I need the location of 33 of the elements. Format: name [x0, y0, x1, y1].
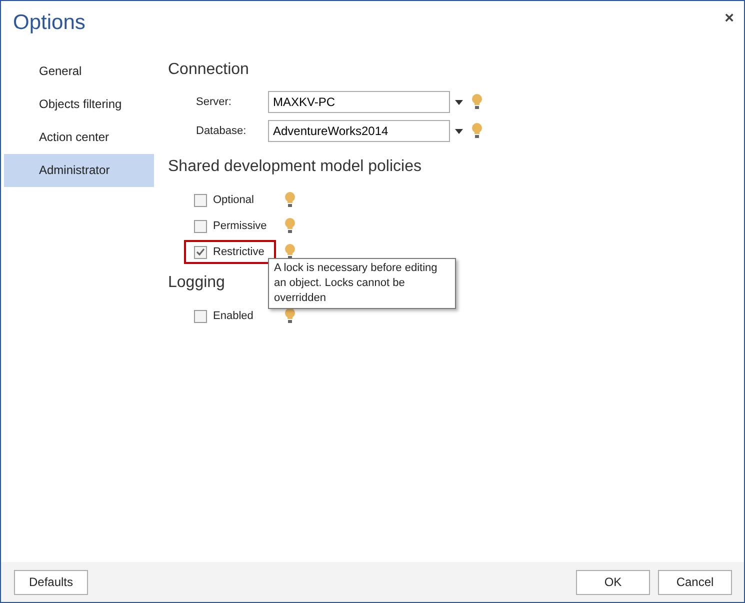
sidebar-item[interactable]: General: [4, 55, 154, 88]
input-field[interactable]: AdventureWorks2014: [268, 120, 450, 142]
dropdown-caret-icon[interactable]: [455, 128, 463, 134]
checkbox[interactable]: [194, 310, 207, 322]
checkbox-label: Permissive: [213, 220, 267, 232]
lightbulb-icon[interactable]: [285, 192, 295, 208]
cancel-button[interactable]: Cancel: [658, 570, 732, 594]
tooltip: A lock is necessary before editing an object. Locks cannot be overridden: [268, 258, 456, 309]
sidebar-item[interactable]: Objects filtering: [4, 88, 154, 121]
checkbox-label: Restrictive: [213, 246, 264, 258]
sidebar-item[interactable]: Action center: [4, 121, 154, 154]
window-title: Options: [13, 11, 86, 35]
lightbulb-icon[interactable]: [285, 218, 295, 234]
checkbox-label: Optional: [213, 194, 254, 206]
section-heading: Connection: [168, 61, 249, 79]
dropdown-caret-icon[interactable]: [455, 100, 463, 104]
lightbulb-icon[interactable]: [285, 308, 295, 324]
close-button[interactable]: ×: [724, 11, 734, 27]
field-label: Database:: [196, 125, 248, 137]
field-label: Server:: [196, 96, 232, 108]
lightbulb-icon[interactable]: [472, 123, 482, 139]
defaults-button[interactable]: Defaults: [14, 570, 88, 594]
checkbox[interactable]: [194, 194, 207, 206]
section-heading: Logging: [168, 274, 225, 292]
lightbulb-icon[interactable]: [285, 244, 295, 260]
checkbox[interactable]: [194, 246, 207, 258]
input-field[interactable]: MAXKV-PC: [268, 91, 450, 113]
section-heading: Shared development model policies: [168, 158, 422, 176]
checkbox-label: Enabled: [213, 310, 254, 322]
ok-button[interactable]: OK: [576, 570, 650, 594]
checkbox[interactable]: [194, 220, 207, 232]
sidebar-item[interactable]: Administrator: [4, 154, 154, 187]
lightbulb-icon[interactable]: [472, 94, 482, 110]
